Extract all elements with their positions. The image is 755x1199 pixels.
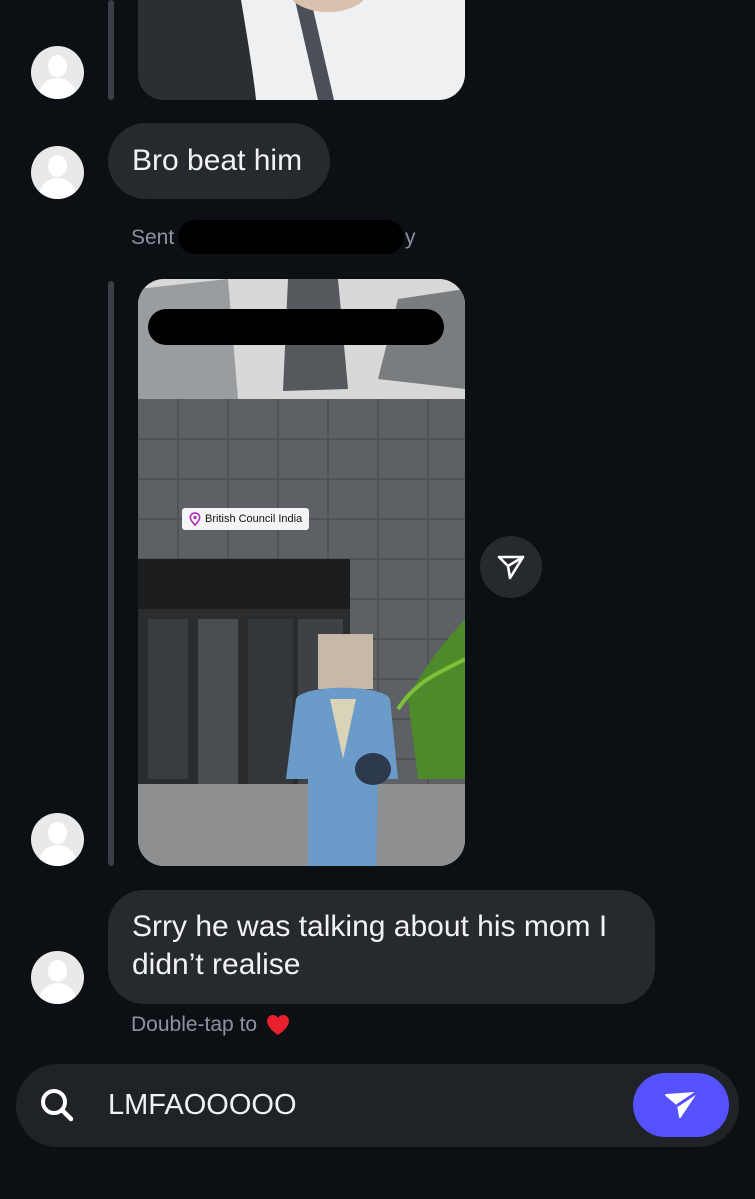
message-bubble[interactable]: Bro beat him <box>108 123 330 199</box>
story-redaction <box>148 309 444 345</box>
story-reply-meta: Sent <box>131 226 174 250</box>
share-button[interactable] <box>480 536 542 598</box>
avatar[interactable] <box>31 813 84 866</box>
story-card[interactable]: British Council India <box>138 279 465 866</box>
reply-bar <box>108 281 114 866</box>
avatar[interactable] <box>31 146 84 199</box>
message-input[interactable]: LMFAOOOOO <box>108 1086 297 1124</box>
heart-icon <box>267 1015 290 1035</box>
message-bubble[interactable]: Srry he was talking about his mom I didn… <box>108 890 655 1004</box>
message-text-line: Srry he was talking about his mom I <box>132 910 608 943</box>
story-preview-top[interactable] <box>138 0 465 100</box>
search-icon[interactable] <box>38 1086 76 1124</box>
message-text-line: didn’t realise <box>132 948 301 981</box>
story-reply-meta-suffix: y <box>405 226 416 249</box>
message-text: Bro beat him <box>132 144 303 177</box>
sent-label: Sent <box>131 226 175 249</box>
story-preview-top-image <box>138 0 465 100</box>
story-image <box>138 279 465 866</box>
message-composer[interactable]: LMFAOOOOO <box>16 1064 739 1147</box>
send-icon <box>665 1091 698 1118</box>
location-pin-icon <box>189 512 201 526</box>
send-button[interactable] <box>633 1073 729 1137</box>
avatar[interactable] <box>31 951 84 1004</box>
double-tap-hint: Double-tap to <box>131 1013 291 1037</box>
reply-bar <box>108 0 114 100</box>
location-tag-label: British Council India <box>205 513 303 525</box>
avatar[interactable] <box>31 46 84 99</box>
location-tag[interactable]: British Council India <box>182 508 310 530</box>
paper-plane-icon <box>497 555 525 580</box>
redaction-bar <box>178 220 404 254</box>
